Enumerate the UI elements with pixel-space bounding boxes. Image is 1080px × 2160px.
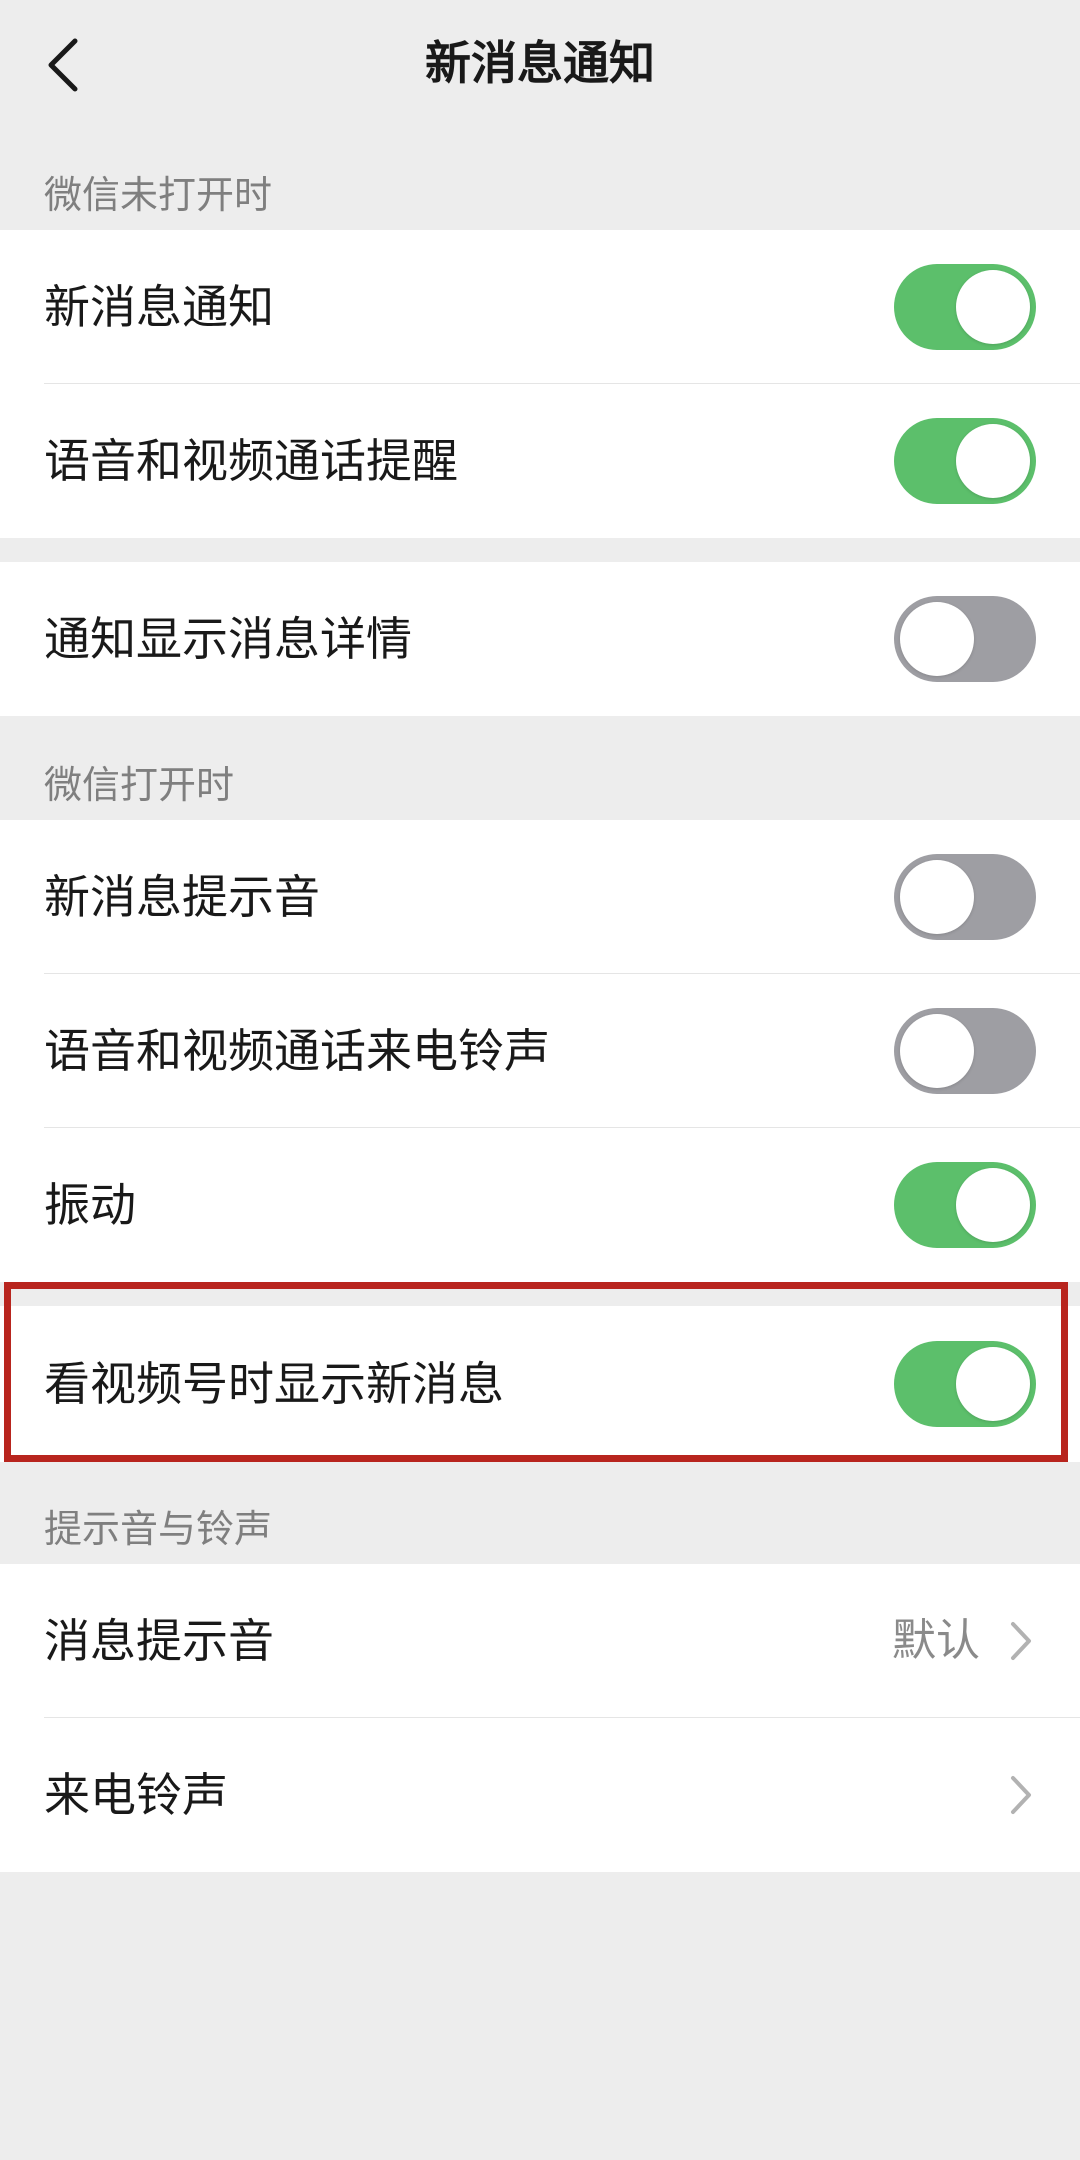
row-channels-new-message[interactable]: 看视频号时显示新消息 [0, 1306, 1080, 1462]
row-label: 语音和视频通话来电铃声 [44, 1024, 550, 1078]
row-value: 默认 [892, 1615, 980, 1666]
row-call-reminder[interactable]: 语音和视频通话提醒 [0, 384, 1080, 538]
channels-new-message-toggle[interactable] [894, 1341, 1036, 1427]
call-reminder-toggle[interactable] [894, 418, 1036, 504]
toggle-knob [956, 424, 1030, 498]
chevron-right-icon [1006, 1618, 1036, 1664]
row-message-sound[interactable]: 消息提示音 默认 [0, 1564, 1080, 1718]
row-new-message-sound[interactable]: 新消息提示音 [0, 820, 1080, 974]
row-vibration[interactable]: 振动 [0, 1128, 1080, 1282]
row-label: 语音和视频通话提醒 [44, 434, 458, 488]
settings-group-details: 通知显示消息详情 [0, 562, 1080, 716]
chevron-right-icon [1006, 1772, 1036, 1818]
page-title: 新消息通知 [425, 36, 655, 90]
vibration-toggle[interactable] [894, 1162, 1036, 1248]
settings-group-sounds: 消息提示音 默认 来电铃声 [0, 1564, 1080, 1872]
row-label: 新消息提示音 [44, 870, 320, 924]
row-label: 通知显示消息详情 [44, 612, 412, 666]
new-message-sound-toggle[interactable] [894, 854, 1036, 940]
settings-group-closed: 新消息通知 语音和视频通话提醒 [0, 230, 1080, 538]
settings-group-open: 新消息提示音 语音和视频通话来电铃声 振动 [0, 820, 1080, 1282]
call-ringtone-toggle[interactable] [894, 1008, 1036, 1094]
new-message-notification-toggle[interactable] [894, 264, 1036, 350]
toggle-knob [900, 860, 974, 934]
section-label-sounds: 提示音与铃声 [44, 1507, 273, 1551]
nav-bar: 新消息通知 [0, 0, 1080, 130]
toggle-knob [900, 1014, 974, 1088]
show-message-details-toggle[interactable] [894, 596, 1036, 682]
section-label-open: 微信打开时 [44, 763, 235, 807]
row-ringtone[interactable]: 来电铃声 [0, 1718, 1080, 1872]
section-label-closed: 微信未打开时 [44, 173, 273, 217]
row-call-ringtone[interactable]: 语音和视频通话来电铃声 [0, 974, 1080, 1128]
row-label: 消息提示音 [44, 1614, 274, 1668]
row-label: 看视频号时显示新消息 [44, 1357, 504, 1411]
row-label: 新消息通知 [44, 280, 274, 334]
toggle-knob [956, 1168, 1030, 1242]
settings-group-channels: 看视频号时显示新消息 [0, 1306, 1080, 1462]
toggle-knob [956, 270, 1030, 344]
row-new-message-notification[interactable]: 新消息通知 [0, 230, 1080, 384]
row-label: 来电铃声 [44, 1768, 228, 1822]
row-show-message-details[interactable]: 通知显示消息详情 [0, 562, 1080, 716]
toggle-knob [956, 1347, 1030, 1421]
toggle-knob [900, 602, 974, 676]
row-label: 振动 [44, 1178, 136, 1232]
